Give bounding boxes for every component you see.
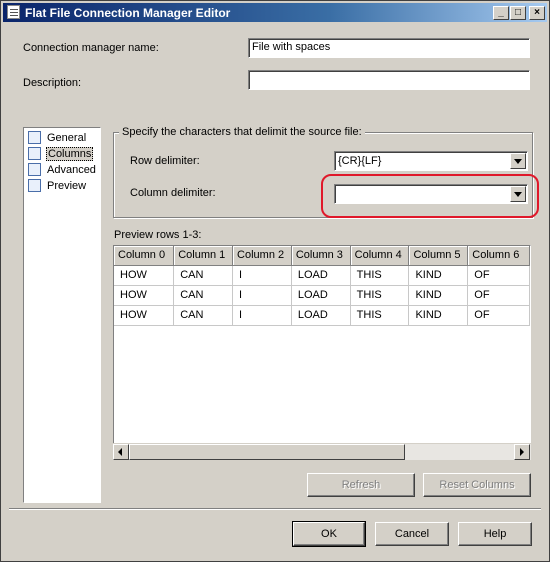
cell: LOAD: [291, 285, 351, 306]
cell: I: [232, 285, 292, 306]
reset-columns-button[interactable]: Reset Columns: [423, 473, 531, 497]
cell: THIS: [350, 285, 410, 306]
dialog-window: Flat File Connection Manager Editor _ □ …: [0, 0, 550, 562]
chevron-down-icon[interactable]: [510, 153, 526, 169]
preview-label: Preview rows 1-3:: [114, 229, 202, 241]
scroll-left-icon[interactable]: [113, 444, 129, 460]
row-delimiter-dropdown[interactable]: {CR}{LF}: [334, 151, 528, 171]
cell: OF: [467, 285, 530, 306]
minimize-button[interactable]: _: [493, 6, 509, 20]
general-icon: [28, 131, 41, 144]
maximize-button[interactable]: □: [510, 6, 526, 20]
preview-table: Column 0 Column 1 Column 2 Column 3 Colu…: [114, 246, 530, 326]
cell: LOAD: [291, 305, 351, 326]
columns-icon: [28, 147, 41, 160]
cell: OF: [467, 265, 530, 286]
cancel-button[interactable]: Cancel: [375, 522, 449, 546]
preview-grid[interactable]: Column 0 Column 1 Column 2 Column 3 Colu…: [113, 245, 531, 460]
cell: CAN: [173, 285, 234, 306]
table-row[interactable]: HOW CAN I LOAD THIS KIND OF: [114, 285, 530, 306]
column-header[interactable]: Column 3: [291, 246, 351, 266]
window-title: Flat File Connection Manager Editor: [25, 6, 231, 20]
page-nav-list: General Columns Advanced Preview: [23, 127, 101, 503]
cell: KIND: [408, 305, 469, 326]
annotation-highlight: [321, 174, 539, 218]
column-header[interactable]: Column 6: [467, 246, 530, 266]
connection-name-label: Connection manager name:: [23, 42, 159, 54]
horizontal-scrollbar[interactable]: [113, 443, 531, 460]
scroll-thumb[interactable]: [129, 444, 405, 460]
cell: OF: [467, 305, 530, 326]
refresh-button[interactable]: Refresh: [307, 473, 415, 497]
table-row[interactable]: HOW CAN I LOAD THIS KIND OF: [114, 305, 530, 326]
row-delimiter-label: Row delimiter:: [130, 155, 200, 167]
cell: THIS: [350, 265, 410, 286]
advanced-icon: [28, 163, 41, 176]
cell: HOW: [114, 305, 175, 326]
cell: THIS: [350, 305, 410, 326]
header-row: Column 0 Column 1 Column 2 Column 3 Colu…: [114, 246, 530, 266]
column-delimiter-label: Column delimiter:: [130, 187, 216, 199]
column-header[interactable]: Column 0: [114, 246, 175, 266]
app-icon: [7, 5, 20, 19]
column-header[interactable]: Column 4: [350, 246, 410, 266]
help-button[interactable]: Help: [458, 522, 532, 546]
cell: CAN: [173, 305, 234, 326]
column-header[interactable]: Column 2: [232, 246, 292, 266]
delimiter-group-title: Specify the characters that delimit the …: [119, 126, 365, 138]
scroll-right-icon[interactable]: [514, 444, 530, 460]
footer-divider: [9, 508, 541, 510]
row-delimiter-value: {CR}{LF}: [338, 155, 382, 167]
cell: I: [232, 305, 292, 326]
title-bar[interactable]: Flat File Connection Manager Editor _ □ …: [3, 3, 547, 22]
cell: HOW: [114, 265, 175, 286]
description-input[interactable]: [248, 70, 530, 90]
cell: I: [232, 265, 292, 286]
description-label: Description:: [23, 77, 82, 89]
preview-icon: [28, 179, 41, 192]
cell: HOW: [114, 285, 175, 306]
connection-name-input[interactable]: File with spaces: [248, 38, 530, 58]
column-header[interactable]: Column 5: [408, 246, 469, 266]
table-row[interactable]: HOW CAN I LOAD THIS KIND OF: [114, 265, 530, 286]
column-header[interactable]: Column 1: [173, 246, 234, 266]
ok-button[interactable]: OK: [292, 521, 366, 547]
close-button[interactable]: ×: [529, 6, 545, 20]
cell: CAN: [173, 265, 234, 286]
cell: KIND: [408, 265, 469, 286]
cell: LOAD: [291, 265, 351, 286]
cell: KIND: [408, 285, 469, 306]
